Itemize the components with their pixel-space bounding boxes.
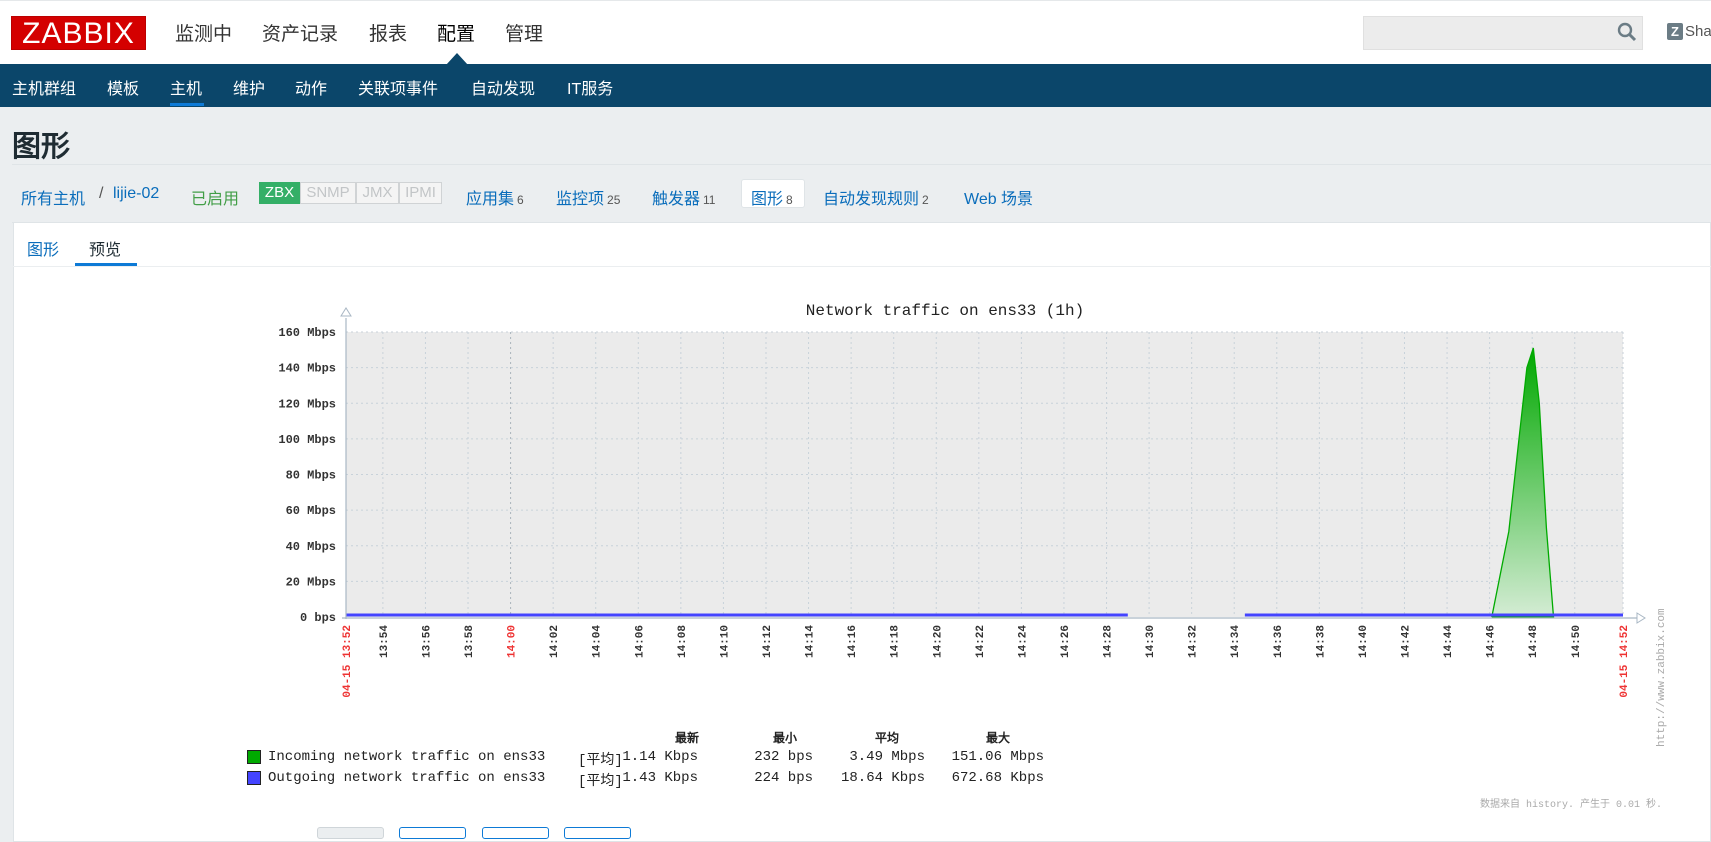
x-axis-arrow-icon — [1636, 612, 1646, 624]
legend-name: Outgoing network traffic on ens33 — [268, 770, 546, 786]
form-button-2[interactable] — [399, 827, 466, 839]
y-tick-label: 0 bps — [300, 611, 336, 625]
x-tick-label: 13:56 — [421, 625, 433, 658]
x-start-label: 04-15 13:52 — [342, 625, 354, 698]
x-tick-label: 14:16 — [847, 625, 859, 658]
x-tick-label: 14:02 — [549, 625, 561, 658]
x-tick-label: 14:50 — [1571, 625, 1583, 658]
x-tick-label: 14:20 — [932, 625, 944, 658]
x-tick-label: 14:32 — [1188, 625, 1200, 658]
x-tick-label: 14:42 — [1400, 625, 1412, 658]
legend-header-avg: 平均 — [874, 732, 900, 746]
x-tick-label: 14:04 — [592, 625, 604, 658]
x-tick-label: 14:48 — [1528, 625, 1540, 658]
x-tick-label: 14:00 — [507, 625, 519, 658]
legend-header-min: 最小 — [772, 732, 798, 746]
legend-header-last: 最新 — [674, 732, 700, 746]
x-tick-label: 13:54 — [379, 625, 391, 658]
legend-func: [平均] — [578, 753, 623, 769]
legend-avg: 3.49 Mbps — [849, 749, 925, 765]
legend-swatch-outgoing — [247, 771, 261, 785]
legend-max: 151.06 Mbps — [951, 749, 1044, 765]
y-tick-label: 60 Mbps — [286, 504, 336, 518]
legend-header-max: 最大 — [985, 732, 1011, 746]
legend-func: [平均] — [578, 774, 623, 790]
legend-last: 1.14 Kbps — [622, 749, 698, 765]
x-tick-label: 14:06 — [634, 625, 646, 658]
x-tick-label: 14:46 — [1486, 625, 1498, 658]
legend-max: 672.68 Kbps — [951, 770, 1044, 786]
x-tick-label: 14:38 — [1315, 625, 1327, 658]
y-tick-label: 140 Mbps — [278, 362, 336, 376]
x-tick-label: 14:08 — [677, 625, 689, 658]
y-tick-label: 120 Mbps — [278, 397, 336, 411]
form-button-1[interactable] — [317, 827, 384, 839]
legend-min: 224 bps — [754, 770, 813, 786]
x-tick-label: 14:18 — [890, 625, 902, 658]
chart-title: Network traffic on ens33 (1h) — [806, 302, 1084, 320]
x-tick-label: 14:28 — [1103, 625, 1115, 658]
x-tick-label: 13:58 — [464, 625, 476, 658]
network-traffic-chart: Network traffic on ens33 (1h) 0 bps 20 Mb… — [278, 302, 1668, 811]
chart-footer: 数据来自 history. 产生于 0.01 秒. — [1480, 797, 1662, 811]
legend-min: 232 bps — [754, 749, 813, 765]
y-tick-label: 80 Mbps — [286, 469, 336, 483]
legend-swatch-incoming — [247, 750, 261, 764]
chart-watermark: http://www.zabbix.com — [1656, 608, 1668, 747]
y-tick-label: 160 Mbps — [278, 326, 336, 340]
x-tick-label: 14:10 — [719, 625, 731, 658]
y-tick-label: 40 Mbps — [286, 540, 336, 554]
x-tick-label: 14:22 — [975, 625, 987, 658]
x-tick-label: 14:36 — [1273, 625, 1285, 658]
x-tick-label: 14:34 — [1230, 625, 1242, 658]
x-tick-label: 14:40 — [1358, 625, 1370, 658]
x-tick-label: 14:26 — [1060, 625, 1072, 658]
legend-avg: 18.64 Kbps — [840, 770, 925, 786]
x-end-label: 04-15 14:52 — [1619, 625, 1631, 698]
x-tick-label: 14:14 — [805, 625, 817, 658]
form-button-3[interactable] — [482, 827, 549, 839]
y-tick-label: 20 Mbps — [286, 575, 336, 589]
legend-last: 1.43 Kbps — [622, 770, 698, 786]
x-tick-label: 14:24 — [1017, 625, 1029, 658]
legend-name: Incoming network traffic on ens33 — [268, 749, 546, 765]
y-tick-label: 100 Mbps — [278, 433, 336, 447]
y-axis-arrow-icon — [340, 307, 352, 317]
x-tick-label: 14:12 — [762, 625, 774, 658]
x-tick-label: 14:30 — [1145, 625, 1157, 658]
form-button-4[interactable] — [564, 827, 631, 839]
x-tick-label: 14:44 — [1443, 625, 1455, 658]
